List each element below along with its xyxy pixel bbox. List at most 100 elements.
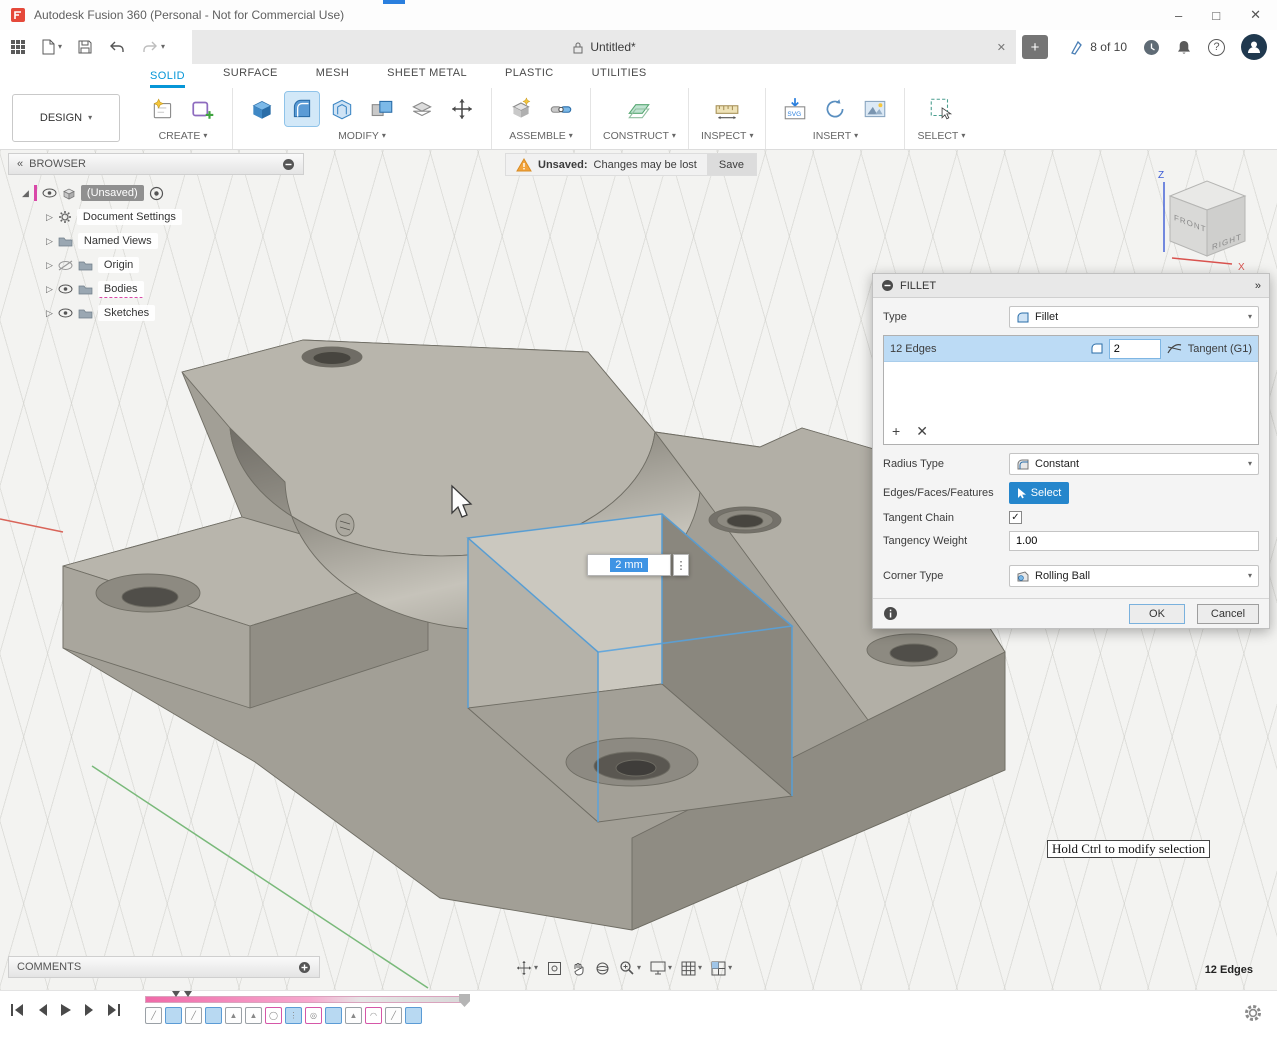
construct-plane-button[interactable]	[622, 92, 656, 126]
timeline-feature-sketch[interactable]: ▲	[225, 1007, 242, 1024]
tree-item-sketches[interactable]: ▷ Sketches	[8, 301, 304, 325]
play-button[interactable]	[60, 1003, 72, 1017]
selection-row[interactable]: 12 Edges Tangent (G1)	[884, 336, 1258, 362]
timeline-track[interactable]: ╱ ╱ ▲ ▲ ◯ ⋮ ◎ ▲ ◠ ╱	[145, 996, 463, 1024]
measure-button[interactable]	[710, 92, 744, 126]
new-component-button[interactable]	[504, 92, 538, 126]
tree-item-label[interactable]: Origin	[98, 257, 139, 273]
job-status-button[interactable]: 8 of 10	[1070, 40, 1127, 55]
group-assemble-label[interactable]: ASSEMBLE	[509, 130, 566, 142]
remove-selection-button[interactable]: ✕	[916, 423, 928, 440]
shell-button[interactable]	[325, 92, 359, 126]
timeline-feature-hole[interactable]: ◎	[305, 1007, 322, 1024]
insert-image-button[interactable]	[858, 92, 892, 126]
close-document-button[interactable]: ✕	[997, 41, 1006, 54]
timeline-position-handle[interactable]	[459, 994, 470, 1007]
history-clock-icon[interactable]	[1143, 39, 1160, 56]
viewports-button[interactable]: ▾	[711, 961, 732, 976]
pan-orbit-button[interactable]: ▾	[516, 960, 538, 976]
tree-item-document-settings[interactable]: ▷ Document Settings	[8, 205, 304, 229]
document-tab[interactable]: Untitled*	[572, 40, 635, 54]
tree-item-label[interactable]: Named Views	[78, 233, 158, 249]
tree-item-bodies[interactable]: ▷ Bodies	[8, 277, 304, 301]
app-grid-button[interactable]	[10, 39, 26, 55]
tab-solid[interactable]: SOLID	[150, 70, 185, 88]
group-create-label[interactable]: CREATE	[159, 130, 201, 142]
timeline-marker-icon[interactable]	[172, 991, 180, 997]
corner-type-dropdown[interactable]: Rolling Ball ▾	[1009, 565, 1259, 587]
timeline-settings-gear-icon[interactable]	[1243, 1003, 1263, 1023]
timeline-feature-sketch[interactable]: ▲	[345, 1007, 362, 1024]
fillet-dialog-header[interactable]: FILLET »	[873, 274, 1269, 298]
move-copy-button[interactable]	[445, 92, 479, 126]
new-tab-button[interactable]: +	[1022, 35, 1048, 59]
dimension-drag-handle[interactable]: ⋮	[673, 554, 689, 576]
create-form-button[interactable]	[186, 92, 220, 126]
save-button[interactable]	[77, 39, 93, 55]
view-cube[interactable]: Z FRONT RIGHT X	[1152, 164, 1270, 274]
tree-item-label[interactable]: Sketches	[98, 305, 155, 321]
go-to-end-button[interactable]	[107, 1003, 122, 1017]
tab-mesh[interactable]: MESH	[316, 67, 349, 88]
ok-button[interactable]: OK	[1129, 604, 1185, 624]
timeline-feature-hole[interactable]: ◯	[265, 1007, 282, 1024]
save-link[interactable]: Save	[707, 154, 756, 175]
eye-off-icon[interactable]	[58, 260, 73, 271]
group-modify-label[interactable]: MODIFY	[338, 130, 379, 142]
tab-surface[interactable]: SURFACE	[223, 67, 278, 88]
dock-dialog-icon[interactable]: »	[1255, 280, 1261, 292]
grid-snap-button[interactable]: ▾	[681, 961, 702, 976]
radius-input[interactable]	[1109, 339, 1161, 359]
dimension-input[interactable]: 2 mm	[587, 554, 671, 576]
timeline-feature-extrude[interactable]	[165, 1007, 182, 1024]
group-select-label[interactable]: SELECT	[917, 130, 958, 142]
comments-header[interactable]: COMMENTS	[8, 956, 320, 978]
expand-icon[interactable]: ◢	[22, 188, 29, 199]
group-insert-label[interactable]: INSERT	[813, 130, 851, 142]
caret-right-icon[interactable]: ▷	[46, 260, 53, 271]
timeline-feature-extrude[interactable]	[405, 1007, 422, 1024]
tree-item-label[interactable]: Document Settings	[77, 209, 182, 225]
workspace-switcher[interactable]: DESIGN ▾	[12, 94, 120, 142]
collapse-panel-icon[interactable]: «	[17, 158, 23, 170]
tab-plastic[interactable]: PLASTIC	[505, 67, 554, 88]
step-forward-button[interactable]	[84, 1003, 95, 1017]
pan-hand-button[interactable]	[571, 961, 586, 976]
undo-button[interactable]	[108, 39, 126, 55]
circle-minus-icon[interactable]	[282, 158, 295, 171]
notifications-bell-icon[interactable]	[1176, 39, 1192, 56]
group-inspect-label[interactable]: INSPECT	[701, 130, 747, 142]
timeline-feature-extrude[interactable]	[205, 1007, 222, 1024]
select-tool-button[interactable]	[924, 92, 958, 126]
select-button[interactable]: Select	[1009, 482, 1069, 504]
browser-header[interactable]: « BROWSER	[8, 153, 304, 175]
tangent-icon[interactable]	[1167, 342, 1182, 355]
timeline-feature-extrude[interactable]	[325, 1007, 342, 1024]
combine-button[interactable]	[365, 92, 399, 126]
step-back-button[interactable]	[37, 1003, 48, 1017]
cancel-button[interactable]: Cancel	[1197, 604, 1259, 624]
radius-type-dropdown[interactable]: Constant ▾	[1009, 453, 1259, 475]
eye-icon[interactable]	[42, 188, 57, 198]
timeline-feature-sketch[interactable]: ╱	[145, 1007, 162, 1024]
create-sketch-button[interactable]	[146, 92, 180, 126]
tree-item-label[interactable]: Bodies	[98, 281, 144, 298]
caret-right-icon[interactable]: ▷	[46, 212, 53, 223]
tangent-chain-checkbox[interactable]: ✓	[1009, 511, 1022, 524]
timeline-scrub-bar[interactable]	[145, 996, 463, 1003]
tab-sheet-metal[interactable]: SHEET METAL	[387, 67, 467, 88]
caret-right-icon[interactable]: ▷	[46, 308, 53, 319]
display-settings-button[interactable]: ▾	[650, 961, 672, 975]
tree-root-row[interactable]: ◢ (Unsaved)	[8, 181, 304, 205]
help-button[interactable]: ?	[1208, 39, 1225, 56]
insert-svg-button[interactable]: SVG	[778, 92, 812, 126]
press-pull-button[interactable]	[245, 92, 279, 126]
tree-item-named-views[interactable]: ▷ Named Views	[8, 229, 304, 253]
type-dropdown[interactable]: Fillet ▾	[1009, 306, 1259, 328]
model-body[interactable]	[63, 340, 1005, 930]
file-menu-button[interactable]: ▾	[41, 39, 62, 55]
go-to-start-button[interactable]	[10, 1003, 25, 1017]
tab-utilities[interactable]: UTILITIES	[592, 67, 647, 88]
fillet-button[interactable]	[285, 92, 319, 126]
redo-button[interactable]: ▾	[141, 39, 165, 55]
